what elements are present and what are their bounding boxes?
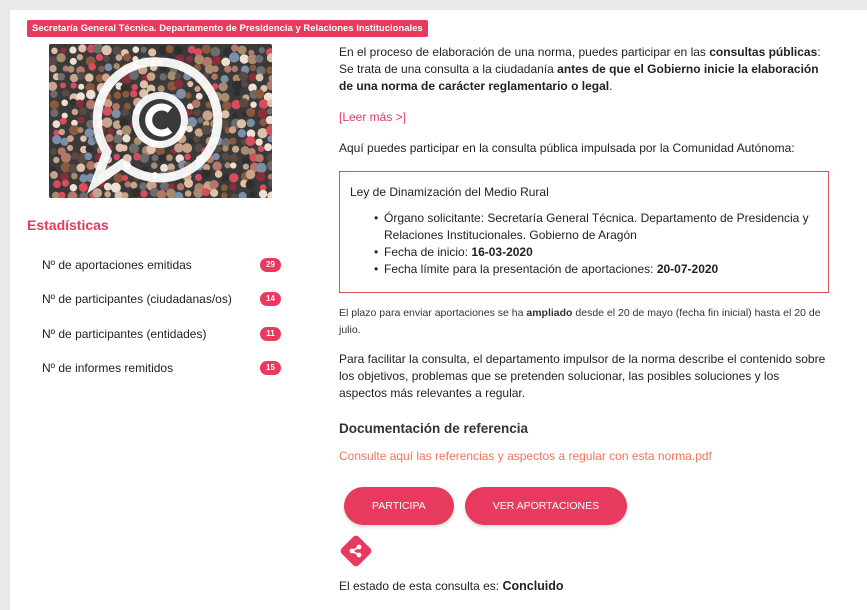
count-badge: 14 xyxy=(260,292,281,306)
consult-intro: Aquí puedes participar en la consulta pú… xyxy=(339,141,795,155)
documentation-link[interactable]: Consulte aquí las referencias y aspectos… xyxy=(339,448,829,465)
deadline-item: Fecha límite para la presentación de apo… xyxy=(374,261,818,278)
consultation-details: Órgano solicitante: Secretaría General T… xyxy=(350,210,818,278)
description-text: Para facilitar la consulta, el departame… xyxy=(339,352,826,400)
page: Secretaría General Técnica. Departamento… xyxy=(10,10,867,610)
start-date-item: Fecha de inicio: 16-03-2020 xyxy=(374,244,818,261)
intro-text: En el proceso de elaboración de una norm… xyxy=(339,45,821,93)
stat-label: Nº de participantes (entidades) xyxy=(42,327,207,341)
hero-image xyxy=(49,44,272,198)
stat-label: Nº de informes remitidos xyxy=(42,361,174,375)
status-value: Concluido xyxy=(502,579,564,593)
stat-row-citizens: Nº de participantes (ciudadanas/os) 14 xyxy=(42,292,292,308)
stat-row-reports: Nº de informes remitidos 15 xyxy=(42,361,292,377)
status-text: El estado de esta consulta es: Concluido xyxy=(339,579,564,593)
documentation-title: Documentación de referencia xyxy=(339,421,529,436)
share-button[interactable] xyxy=(339,534,373,568)
view-contributions-button[interactable]: VER APORTACIONES xyxy=(464,487,628,525)
count-badge: 15 xyxy=(260,361,281,375)
count-badge: 29 xyxy=(260,258,281,272)
stat-label: Nº de aportaciones emitidas xyxy=(42,258,192,272)
count-badge: 11 xyxy=(260,327,281,341)
consultation-box: Ley de Dinamización del Medio Rural Órga… xyxy=(339,171,829,293)
stat-row-entities: Nº de participantes (entidades) 11 xyxy=(42,327,292,343)
action-buttons: PARTICIPA VER APORTACIONES xyxy=(339,487,829,525)
department-tag: Secretaría General Técnica. Departamento… xyxy=(27,20,428,37)
stat-row-contributions: Nº de aportaciones emitidas 29 xyxy=(42,258,292,274)
main-content: En el proceso de elaboración de una norm… xyxy=(339,44,829,595)
law-title: Ley de Dinamización del Medio Rural xyxy=(350,185,549,199)
extension-note: El plazo para enviar aportaciones se ha … xyxy=(339,307,821,336)
organ-item: Órgano solicitante: Secretaría General T… xyxy=(374,210,818,244)
participate-button[interactable]: PARTICIPA xyxy=(344,487,454,525)
read-more-link[interactable]: [Leer más >] xyxy=(339,109,829,126)
stats-title: Estadísticas xyxy=(27,217,109,233)
stat-label: Nº de participantes (ciudadanas/os) xyxy=(42,292,232,306)
crowd-image xyxy=(49,44,272,198)
share-icon xyxy=(349,544,362,558)
